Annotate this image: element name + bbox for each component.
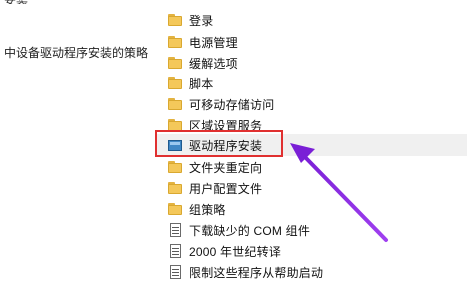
- tree-item-label: 缓解选项: [189, 56, 238, 71]
- setting-label: 限制这些程序从帮助启动: [189, 265, 324, 280]
- tree-item-label: 登录: [189, 13, 214, 28]
- setting-century-interpretation[interactable]: 2000 年世纪转译: [155, 240, 467, 262]
- tree-item-folder-redirection[interactable]: 文件夹重定向: [155, 156, 467, 178]
- tree-item-label: 脚本: [189, 76, 214, 91]
- details-pane: 安装 中设备驱动程序安装的策略: [0, 0, 158, 282]
- tree-item-label: 可移动存储访问: [189, 97, 275, 112]
- clipped-heading: 安装: [4, 0, 44, 4]
- tree-item-label: 组策略: [189, 202, 226, 217]
- folder-icon: [167, 180, 185, 196]
- tree-item-label: 文件夹重定向: [189, 160, 263, 175]
- tree-item-removable-storage-access[interactable]: 可移动存储访问: [155, 93, 467, 115]
- setting-download-missing-com[interactable]: 下载缺少的 COM 组件: [155, 219, 467, 241]
- folder-icon: [167, 55, 185, 71]
- setting-restrict-help-launch[interactable]: 限制这些程序从帮助启动: [155, 261, 467, 283]
- tree-item-scripts[interactable]: 脚本: [155, 72, 467, 94]
- tree-item-power-management[interactable]: 电源管理: [155, 31, 467, 53]
- tree-item-logon[interactable]: 登录: [155, 9, 467, 31]
- tree-item-mitigation-options[interactable]: 缓解选项: [155, 52, 467, 74]
- folder-icon: [167, 34, 185, 50]
- folder-icon: [167, 75, 185, 91]
- setting-label: 下载缺少的 COM 组件: [189, 223, 311, 238]
- tree-item-label: 电源管理: [189, 35, 238, 50]
- folder-icon: [167, 96, 185, 112]
- folder-icon: [167, 201, 185, 217]
- setting-document-icon: [167, 243, 185, 259]
- setting-document-icon: [167, 264, 185, 280]
- setting-document-icon: [167, 222, 185, 238]
- folder-icon: [167, 159, 185, 175]
- tree-item-user-profiles[interactable]: 用户配置文件: [155, 177, 467, 199]
- tree-item-label: 用户配置文件: [189, 181, 263, 196]
- setting-label: 2000 年世纪转译: [189, 244, 282, 259]
- policy-description: 中设备驱动程序安装的策略: [4, 46, 149, 60]
- folder-icon: [167, 12, 185, 28]
- selection-highlight-box: [155, 130, 283, 157]
- tree-item-group-policy[interactable]: 组策略: [155, 198, 467, 220]
